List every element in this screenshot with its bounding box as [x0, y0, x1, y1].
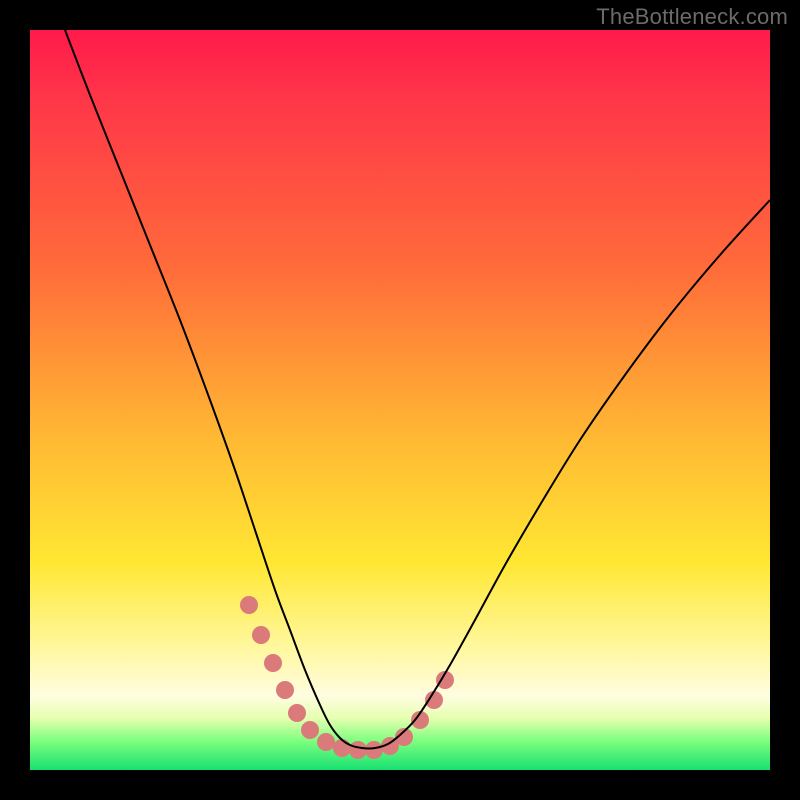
highlight-dot: [288, 704, 306, 722]
highlight-dot: [317, 733, 335, 751]
highlight-dot: [264, 654, 282, 672]
highlight-dot-group: [240, 596, 454, 759]
highlight-dot: [252, 626, 270, 644]
watermark-text: TheBottleneck.com: [596, 4, 788, 30]
highlight-dot: [276, 681, 294, 699]
highlight-dot: [365, 741, 383, 759]
highlight-dot: [349, 741, 367, 759]
highlight-dot: [301, 721, 319, 739]
highlight-dot: [240, 596, 258, 614]
highlight-dot: [333, 739, 351, 757]
curve-svg: [30, 30, 770, 770]
plot-area: [30, 30, 770, 770]
bottleneck-curve-path: [65, 30, 770, 748]
chart-frame: TheBottleneck.com: [0, 0, 800, 800]
